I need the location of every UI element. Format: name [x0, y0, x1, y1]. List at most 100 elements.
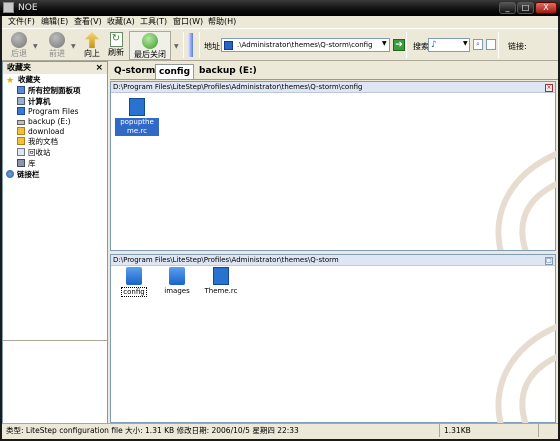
refresh-button[interactable]: ↻ 刷新	[105, 32, 127, 60]
back-button[interactable]: 后退	[6, 32, 32, 60]
toolbar-separator	[199, 32, 200, 58]
tree-item-recycle-bin[interactable]: 回收站	[17, 148, 51, 158]
drive-icon	[17, 120, 25, 125]
top-pane-close-icon[interactable]: ×	[545, 84, 553, 92]
tree-label: download	[28, 127, 65, 136]
tree-item-library[interactable]: 库	[17, 159, 36, 169]
tab-backup[interactable]: backup (E:)	[196, 64, 260, 79]
bottom-pane-path-text: D:\Program Files\LiteStep\Profiles\Admin…	[113, 256, 339, 264]
tree-label: 我的文档	[28, 137, 58, 146]
forward-button[interactable]: 前进	[44, 32, 70, 60]
forward-arrow-icon	[49, 32, 65, 48]
menu-tools[interactable]: 工具(T)	[140, 16, 167, 28]
documents-icon	[17, 137, 25, 145]
tree-label: 计算机	[28, 97, 51, 106]
menu-favorites[interactable]: 收藏(A)	[107, 16, 135, 28]
toolbar-separator	[498, 32, 499, 58]
tree-item-control-panel[interactable]: 所有控制面板项	[17, 86, 81, 96]
title-bar[interactable]: NOE _ □ X	[0, 0, 560, 16]
star-icon: ★	[6, 76, 15, 86]
tree-label: 回收站	[28, 148, 51, 157]
recycle-bin-icon	[17, 148, 25, 156]
file-label: config	[121, 287, 147, 297]
toolbar-grip	[188, 33, 193, 57]
close-button[interactable]: X	[535, 2, 557, 14]
restore-tab-icon	[142, 33, 158, 49]
back-arrow-icon	[11, 32, 27, 48]
file-item-theme-rc[interactable]: Theme.rc	[199, 267, 243, 295]
tree-item-my-documents[interactable]: 我的文档	[17, 137, 58, 147]
tree-label: 库	[28, 159, 36, 168]
folder-icon	[17, 107, 25, 115]
top-file-pane: D:\Program Files\LiteStep\Profiles\Admin…	[110, 81, 557, 251]
address-dropdown-icon[interactable]: ▼	[382, 40, 387, 47]
search-engine-icon: ♪	[431, 40, 437, 50]
tree-item-program-files[interactable]: Program Files	[17, 107, 79, 117]
up-folder-icon	[85, 32, 99, 48]
file-item-images[interactable]: images	[155, 267, 199, 295]
tab-bar: Q-storm config backup (E:)	[110, 61, 558, 81]
tree-item-links[interactable]: 链接栏	[6, 170, 40, 180]
close-last-dropdown-icon[interactable]: ▼	[174, 43, 179, 50]
up-button[interactable]: 向上	[81, 32, 103, 60]
top-pane-path-text: D:\Program Files\LiteStep\Profiles\Admin…	[113, 83, 363, 91]
tree-label: Program Files	[28, 107, 79, 116]
search-go-icon[interactable]: ⌕	[473, 39, 483, 50]
rc-file-icon	[129, 98, 145, 116]
links-icon	[6, 170, 14, 178]
bottom-pane-maximize-icon[interactable]: □	[545, 257, 553, 265]
folder-icon	[224, 41, 233, 50]
links-label: 链接:	[508, 42, 527, 51]
back-dropdown-icon[interactable]: ▼	[33, 43, 38, 50]
tree-label: 收藏夹	[18, 75, 41, 84]
back-label: 后退	[11, 49, 27, 58]
tab-q-storm[interactable]: Q-storm	[111, 64, 158, 79]
status-divider	[439, 424, 440, 437]
menu-file[interactable]: 文件(F)	[8, 16, 35, 28]
tree-item-download[interactable]: download	[17, 127, 64, 137]
tree-item-backup[interactable]: backup (E:)	[17, 117, 71, 127]
minimize-button[interactable]: _	[499, 2, 516, 14]
address-value: .\Administrator\themes\Q-storm\config	[237, 41, 373, 49]
favorites-sidebar: 收藏夹 × ★ 收藏夹 所有控制面板项 计算机 Program Files bac…	[2, 61, 108, 425]
rc-file-icon	[213, 267, 229, 285]
menu-view[interactable]: 查看(V)	[74, 16, 102, 28]
library-icon	[17, 159, 25, 167]
sidebar-title: 收藏夹	[7, 63, 31, 72]
close-last-button[interactable]: 最后关闭	[129, 31, 171, 60]
folder-icon	[169, 267, 185, 285]
address-input[interactable]: .\Administrator\themes\Q-storm\config	[221, 38, 390, 52]
menu-help[interactable]: 帮助(H)	[208, 16, 236, 28]
tree-item-computer[interactable]: 计算机	[17, 97, 51, 107]
folder-icon	[126, 267, 142, 285]
go-arrow-icon[interactable]: ➔	[393, 39, 405, 51]
tree-label: 链接栏	[17, 170, 40, 179]
bottom-file-pane: D:\Program Files\LiteStep\Profiles\Admin…	[110, 254, 557, 423]
computer-icon	[17, 97, 25, 105]
tree-label: 所有控制面板项	[28, 86, 81, 95]
top-pane-path: D:\Program Files\LiteStep\Profiles\Admin…	[111, 82, 555, 93]
control-panel-icon	[17, 86, 25, 94]
file-item-popuptheme[interactable]: popupthe me.rc	[115, 98, 159, 136]
tree-item-favorites[interactable]: ★ 收藏夹	[6, 75, 41, 86]
background-decoration	[495, 323, 557, 423]
sidebar-close-icon[interactable]: ×	[95, 62, 103, 74]
search-options-icon[interactable]	[486, 39, 496, 50]
status-bar: 类型: LiteStep configuration file 大小: 1.31…	[2, 423, 558, 437]
close-last-label: 最后关闭	[134, 50, 166, 59]
refresh-icon: ↻	[109, 32, 123, 47]
tab-config[interactable]: config	[155, 64, 195, 79]
app-icon	[3, 2, 14, 13]
menu-edit[interactable]: 编辑(E)	[41, 16, 68, 28]
sidebar-splitter[interactable]	[3, 340, 107, 341]
forward-dropdown-icon[interactable]: ▼	[71, 43, 76, 50]
maximize-button[interactable]: □	[517, 2, 534, 14]
file-label: popupthe me.rc	[115, 118, 159, 136]
file-item-config[interactable]: config	[112, 267, 156, 297]
file-label: Theme.rc	[204, 287, 238, 295]
search-dropdown-icon[interactable]: ▼	[463, 40, 468, 47]
menu-bar: 文件(F) 编辑(E) 查看(V) 收藏(A) 工具(T) 窗口(W) 帮助(H…	[2, 16, 558, 28]
toolbar-separator	[183, 32, 184, 58]
menu-window[interactable]: 窗口(W)	[173, 16, 203, 28]
file-label: images	[164, 287, 190, 295]
